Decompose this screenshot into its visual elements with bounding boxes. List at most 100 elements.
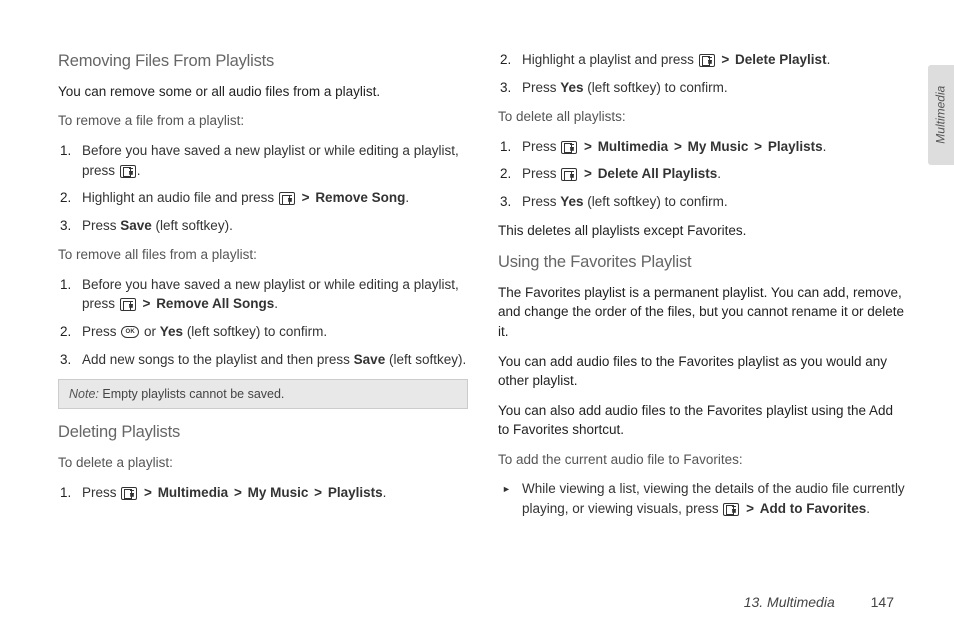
bullet-list: While viewing a list, viewing the detail…: [498, 479, 908, 518]
menu-path: Multimedia: [158, 485, 229, 500]
list-item: Highlight a playlist and press > Delete …: [498, 50, 908, 70]
text: .: [274, 296, 278, 311]
text: Press: [522, 194, 560, 209]
ordered-list: Highlight a playlist and press > Delete …: [498, 50, 908, 97]
menu-key-icon: [279, 192, 295, 205]
list-item: Add new songs to the playlist and then p…: [58, 350, 468, 370]
ordered-list: Press > Multimedia > My Music > Playlist…: [498, 137, 908, 212]
procedure-intro: To remove a file from a playlist:: [58, 111, 468, 131]
menu-key-icon: [121, 487, 137, 500]
list-item: Press OK or Yes (left softkey) to confir…: [58, 322, 468, 342]
text: or: [140, 324, 160, 339]
text: (left softkey) to confirm.: [584, 80, 728, 95]
menu-path: Multimedia: [598, 139, 669, 154]
procedure-intro: To delete all playlists:: [498, 107, 908, 127]
menu-key-icon: [561, 141, 577, 154]
heading-removing-files: Removing Files From Playlists: [58, 50, 468, 74]
separator: >: [672, 139, 684, 154]
separator: >: [312, 485, 324, 500]
list-item: Press Yes (left softkey) to confirm.: [498, 78, 908, 98]
right-column: Highlight a playlist and press > Delete …: [498, 50, 908, 528]
list-item: Press > Multimedia > My Music > Playlist…: [498, 137, 908, 157]
separator: >: [719, 52, 731, 67]
menu-path: Remove All Songs: [156, 296, 274, 311]
paragraph: You can remove some or all audio files f…: [58, 82, 468, 102]
procedure-intro: To add the current audio file to Favorit…: [498, 450, 908, 470]
section-tab: Multimedia: [928, 65, 954, 165]
text: Press: [82, 485, 120, 500]
paragraph: The Favorites playlist is a permanent pl…: [498, 283, 908, 342]
list-item: Highlight an audio file and press > Remo…: [58, 188, 468, 208]
text: Press: [82, 218, 120, 233]
menu-path: Remove Song: [315, 190, 405, 205]
menu-path: Delete All Playlists: [598, 166, 718, 181]
text: (left softkey) to confirm.: [183, 324, 327, 339]
separator: >: [582, 139, 594, 154]
separator: >: [300, 190, 312, 205]
text: (left softkey).: [385, 352, 466, 367]
separator: >: [142, 485, 154, 500]
ordered-list: Before you have saved a new playlist or …: [58, 141, 468, 235]
left-column: Removing Files From Playlists You can re…: [58, 50, 468, 528]
note-box: Note: Empty playlists cannot be saved.: [58, 379, 468, 409]
paragraph: This deletes all playlists except Favori…: [498, 221, 908, 241]
menu-key-icon: [723, 503, 739, 516]
list-item: Before you have saved a new playlist or …: [58, 141, 468, 180]
separator: >: [232, 485, 244, 500]
list-item: While viewing a list, viewing the detail…: [498, 479, 908, 518]
menu-path: My Music: [688, 139, 749, 154]
text: Press: [522, 139, 560, 154]
text: Highlight a playlist and press: [522, 52, 698, 67]
text: (left softkey).: [152, 218, 233, 233]
text: .: [827, 52, 831, 67]
list-item: Press Save (left softkey).: [58, 216, 468, 236]
ordered-list: Press > Multimedia > My Music > Playlist…: [58, 483, 468, 503]
note-text: Empty playlists cannot be saved.: [99, 387, 285, 401]
chapter-label: 13. Multimedia: [744, 594, 835, 610]
list-item: Press > Delete All Playlists.: [498, 164, 908, 184]
menu-path: Add to Favorites: [760, 501, 867, 516]
text: Highlight an audio file and press: [82, 190, 278, 205]
menu-key-icon: [699, 54, 715, 67]
text: .: [823, 139, 827, 154]
softkey-label: Save: [120, 218, 152, 233]
separator: >: [141, 296, 153, 311]
paragraph: You can add audio files to the Favorites…: [498, 352, 908, 391]
text: Press: [82, 324, 120, 339]
text: .: [717, 166, 721, 181]
menu-path: Playlists: [768, 139, 823, 154]
list-item: Press > Multimedia > My Music > Playlist…: [58, 483, 468, 503]
list-item: Press Yes (left softkey) to confirm.: [498, 192, 908, 212]
separator: >: [582, 166, 594, 181]
page-number: 147: [871, 594, 894, 610]
section-tab-label: Multimedia: [932, 86, 949, 144]
text: Add new songs to the playlist and then p…: [82, 352, 354, 367]
paragraph: You can also add audio files to the Favo…: [498, 401, 908, 440]
ordered-list: Before you have saved a new playlist or …: [58, 275, 468, 369]
ok-key-icon: OK: [121, 326, 139, 338]
separator: >: [752, 139, 764, 154]
text: (left softkey) to confirm.: [584, 194, 728, 209]
page-content: Removing Files From Playlists You can re…: [0, 0, 954, 548]
text: .: [405, 190, 409, 205]
procedure-intro: To delete a playlist:: [58, 453, 468, 473]
text: .: [137, 163, 141, 178]
page-footer: 13. Multimedia 147: [744, 592, 894, 612]
menu-path: Playlists: [328, 485, 383, 500]
menu-key-icon: [120, 165, 136, 178]
softkey-label: Yes: [560, 80, 583, 95]
separator: >: [744, 501, 756, 516]
menu-key-icon: [120, 298, 136, 311]
text: .: [866, 501, 870, 516]
menu-path: Delete Playlist: [735, 52, 827, 67]
softkey-label: Yes: [560, 194, 583, 209]
heading-deleting-playlists: Deleting Playlists: [58, 421, 468, 445]
list-item: Before you have saved a new playlist or …: [58, 275, 468, 314]
softkey-label: Yes: [160, 324, 183, 339]
softkey-label: Save: [354, 352, 386, 367]
heading-favorites: Using the Favorites Playlist: [498, 251, 908, 275]
text: Press: [522, 80, 560, 95]
text: .: [383, 485, 387, 500]
procedure-intro: To remove all files from a playlist:: [58, 245, 468, 265]
menu-path: My Music: [248, 485, 309, 500]
